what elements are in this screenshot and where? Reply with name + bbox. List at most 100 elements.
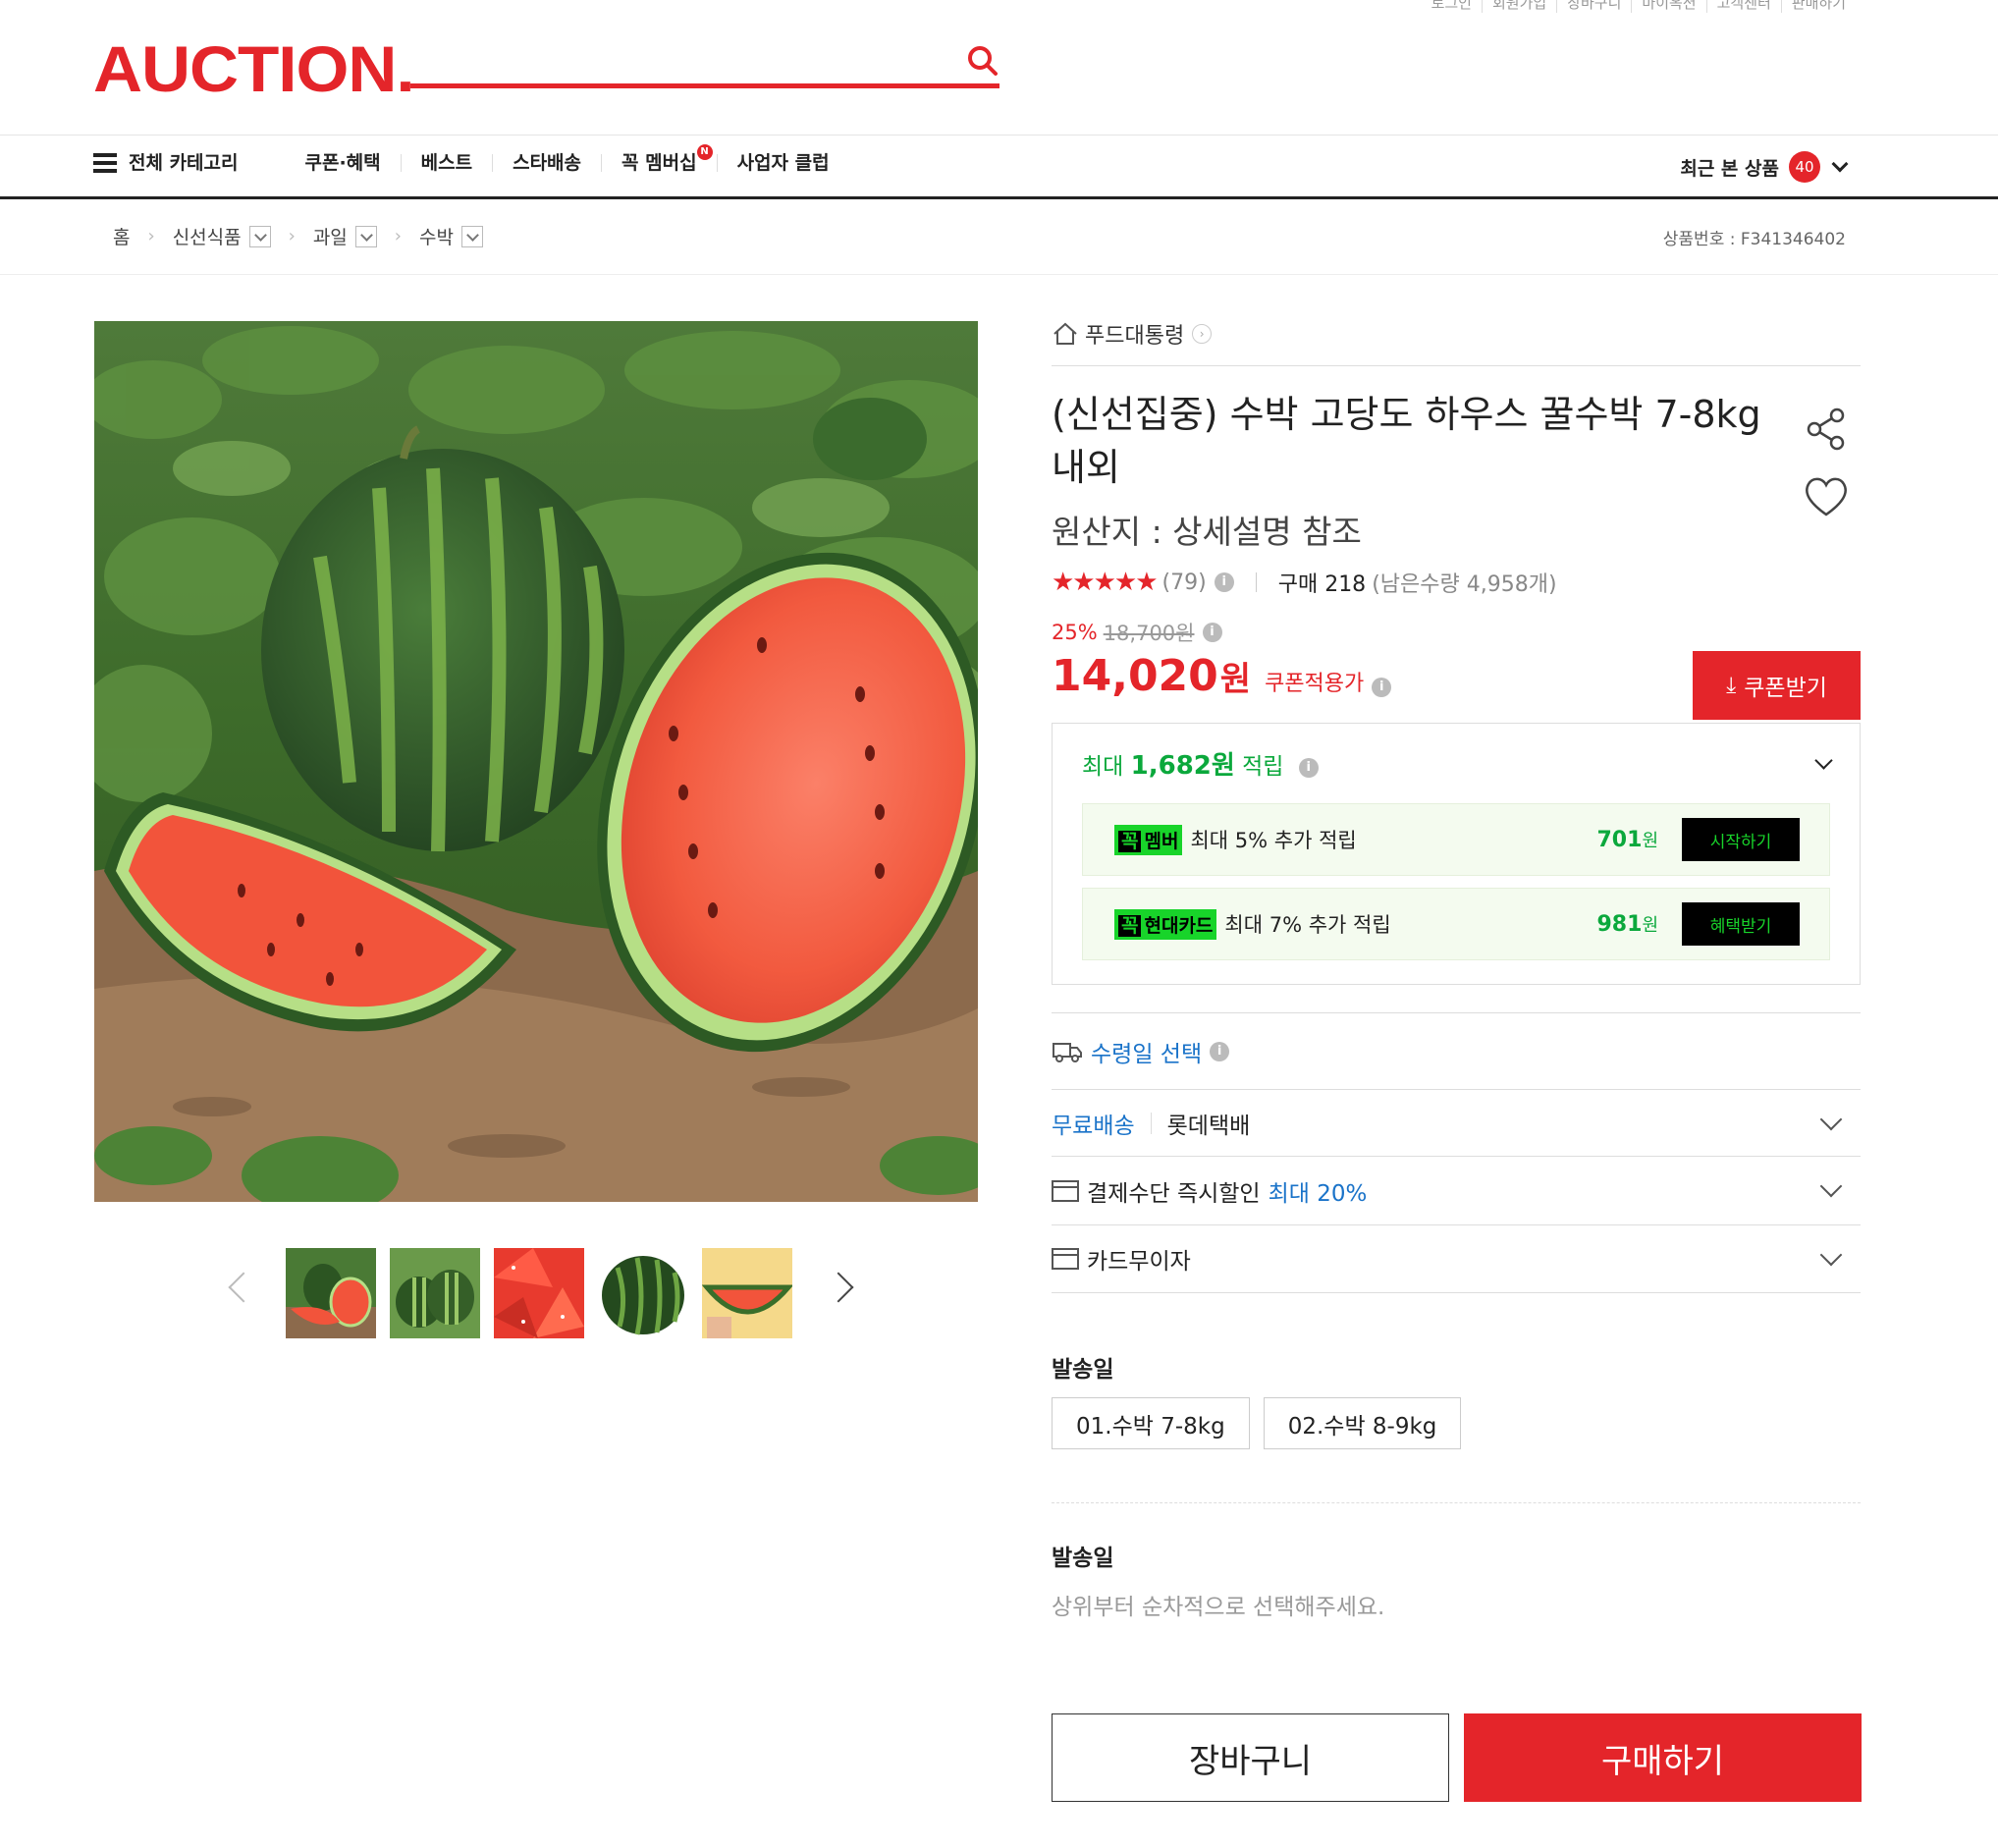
breadcrumb-level-2[interactable]: 과일 bbox=[313, 223, 348, 249]
truck-icon bbox=[1053, 1042, 1082, 1062]
payment-discount-row[interactable]: 결제수단 즉시할인 최대 20% bbox=[1052, 1156, 1861, 1224]
points-amount: 701원 bbox=[1596, 828, 1659, 852]
points-row-card: 꼭 현대카드 최대 7% 추가 적립 981원 혜택받기 bbox=[1082, 888, 1830, 960]
chevron-right-icon: › bbox=[288, 226, 296, 246]
thumbnail-2[interactable] bbox=[390, 1248, 480, 1338]
review-count[interactable]: (79) bbox=[1162, 571, 1207, 595]
search-icon[interactable] bbox=[966, 44, 999, 78]
option-label: 발송일 bbox=[1052, 1357, 1114, 1383]
recent-count-badge: 40 bbox=[1789, 151, 1820, 183]
price-label: 쿠폰적용가 bbox=[1265, 672, 1365, 696]
option-8-9kg[interactable]: 02.수박 8-9kg bbox=[1263, 1397, 1462, 1449]
nav-best[interactable]: 베스트 bbox=[402, 154, 494, 173]
purchase-count: 구매 218 bbox=[1277, 572, 1367, 597]
credit-card-icon bbox=[1052, 1248, 1079, 1270]
breadcrumb-level-1[interactable]: 신선식품 bbox=[173, 223, 242, 249]
thumbnail-4[interactable] bbox=[598, 1248, 688, 1338]
sale-price: 14,020 bbox=[1052, 651, 1218, 701]
home-icon bbox=[1053, 322, 1077, 345]
hamburger-icon bbox=[93, 153, 117, 173]
rating-row: ★★★★★ (79) i 구매 218 (남은수량 4,958개) bbox=[1052, 567, 1861, 598]
points-toggle[interactable]: 최대 1,682원 적립 i bbox=[1082, 745, 1833, 782]
dropdown-icon[interactable] bbox=[354, 225, 377, 247]
original-price: 18,700원 bbox=[1103, 622, 1195, 645]
buy-now-button[interactable]: 구매하기 bbox=[1464, 1713, 1862, 1802]
courier-label: 롯데택배 bbox=[1166, 1113, 1251, 1139]
hyundai-card-badge: 꼭 현대카드 bbox=[1114, 908, 1217, 940]
seller-link[interactable]: 푸드대통령 › bbox=[1052, 314, 1861, 353]
free-shipping-label: 무료배송 bbox=[1052, 1113, 1135, 1139]
nav-business-club[interactable]: 사업자 클럽 bbox=[718, 154, 849, 173]
delivery-date-select[interactable]: 수령일 선택 i bbox=[1052, 1012, 1861, 1089]
remaining-stock: (남은수량 4,958개) bbox=[1372, 572, 1557, 597]
get-benefit-button[interactable]: 혜택받기 bbox=[1682, 902, 1800, 946]
chevron-right-icon: › bbox=[394, 226, 402, 246]
option-7-8kg[interactable]: 01.수박 7-8kg bbox=[1052, 1397, 1250, 1449]
points-box: 최대 1,682원 적립 i 꼭 멤버 최대 5% 추가 적립 701원 시작하기… bbox=[1052, 723, 1861, 985]
recent-items-button[interactable]: 최근 본 상품 40 bbox=[1680, 151, 1849, 183]
my-auction-link[interactable]: 마이옥션 bbox=[1632, 0, 1707, 13]
points-amount: 981원 bbox=[1596, 912, 1659, 937]
product-origin: 원산지 : 상세설명 참조 bbox=[1052, 513, 1362, 551]
coupon-download-button[interactable]: ⤓ 쿠폰받기 bbox=[1693, 651, 1861, 720]
start-membership-button[interactable]: 시작하기 bbox=[1682, 818, 1800, 861]
thumbnail-strip bbox=[221, 1243, 869, 1338]
dropdown-icon[interactable] bbox=[460, 225, 483, 247]
global-nav: 전체 카테고리 쿠폰·혜택 베스트 스타배송 꼭 멤버십 N 사업자 클럽 최근… bbox=[0, 135, 1998, 199]
download-icon: ⤓ bbox=[1726, 673, 1737, 698]
option-hint: 상위부터 순차적으로 선택해주세요. bbox=[1052, 1595, 1385, 1620]
chevron-down-icon bbox=[1831, 155, 1849, 173]
nav-star-delivery[interactable]: 스타배송 bbox=[493, 154, 603, 173]
points-row-member: 꼭 멤버 최대 5% 추가 적립 701원 시작하기 bbox=[1082, 803, 1830, 876]
auction-logo[interactable]: AUCTION. bbox=[93, 31, 415, 106]
chevron-down-icon bbox=[1819, 1243, 1843, 1267]
option-label-2: 발송일 bbox=[1052, 1546, 1114, 1571]
all-categories-button[interactable]: 전체 카테고리 bbox=[93, 153, 258, 173]
search-bar[interactable] bbox=[410, 39, 999, 88]
info-icon[interactable]: i bbox=[1298, 757, 1319, 778]
chevron-down-icon bbox=[1819, 1174, 1843, 1198]
thumbnail-5[interactable] bbox=[702, 1248, 792, 1338]
seller-name: 푸드대통령 bbox=[1085, 324, 1185, 349]
cart-link[interactable]: 장바구니 bbox=[1557, 0, 1633, 13]
nav-coupon[interactable]: 쿠폰·혜택 bbox=[286, 154, 402, 173]
thumbnail-1[interactable] bbox=[286, 1248, 376, 1338]
info-icon[interactable]: i bbox=[1202, 623, 1222, 642]
product-info-panel: 푸드대통령 › (신선집중) 수박 고당도 하우스 꿀수박 7-8kg 내외 원… bbox=[1052, 314, 1861, 1621]
sell-link[interactable]: 판매하기 bbox=[1782, 0, 1856, 13]
product-main-image[interactable] bbox=[94, 321, 978, 1202]
new-badge: N bbox=[696, 144, 713, 160]
coupon-card-icon bbox=[1052, 1179, 1079, 1202]
breadcrumb-level-3[interactable]: 수박 bbox=[419, 223, 454, 249]
breadcrumb-home[interactable]: 홈 bbox=[113, 223, 130, 249]
thumbnail-3[interactable] bbox=[494, 1248, 584, 1338]
chevron-right-icon: › bbox=[147, 226, 155, 246]
next-arrow-icon[interactable] bbox=[823, 1272, 854, 1303]
info-icon[interactable]: i bbox=[1214, 572, 1234, 592]
discount-row: 25% 18,700원 i bbox=[1052, 618, 1861, 647]
prev-arrow-icon[interactable] bbox=[228, 1272, 259, 1303]
points-max: 1,682원 bbox=[1130, 751, 1235, 781]
shipping-row[interactable]: 무료배송 롯데택배 bbox=[1052, 1089, 1861, 1156]
member-badge: 꼭 멤버 bbox=[1114, 824, 1183, 855]
product-title: (신선집중) 수박 고당도 하우스 꿀수박 7-8kg 내외 bbox=[1052, 393, 1761, 489]
installment-row[interactable]: 카드무이자 bbox=[1052, 1224, 1861, 1293]
chevron-down-icon bbox=[1819, 1108, 1843, 1131]
customer-center-link[interactable]: 고객센터 bbox=[1707, 0, 1782, 13]
breadcrumb: 홈 › 신선식품 › 과일 › 수박 상품번호 : F341346402 bbox=[0, 199, 1998, 275]
rating-stars: ★★★★★ bbox=[1052, 568, 1159, 597]
info-icon[interactable]: i bbox=[1372, 678, 1392, 697]
chevron-right-icon: › bbox=[1192, 324, 1213, 344]
option-buttons: 01.수박 7-8kg 02.수박 8-9kg bbox=[1052, 1397, 1861, 1449]
login-link[interactable]: 로그인 bbox=[1422, 0, 1483, 13]
utility-links: 로그인 회원가입 장바구니 마이옥션 고객센터 판매하기 bbox=[1422, 0, 1856, 13]
add-to-cart-button[interactable]: 장바구니 bbox=[1052, 1713, 1449, 1802]
price-unit: 원 bbox=[1219, 660, 1252, 699]
product-number: 상품번호 : F341346402 bbox=[1662, 230, 1846, 249]
chevron-down-icon bbox=[1814, 751, 1833, 770]
info-icon[interactable]: i bbox=[1210, 1041, 1230, 1061]
dropdown-icon[interactable] bbox=[248, 225, 271, 247]
signup-link[interactable]: 회원가입 bbox=[1483, 0, 1558, 13]
discount-rate: 25% bbox=[1052, 621, 1098, 644]
nav-membership[interactable]: 꼭 멤버십 N bbox=[602, 144, 718, 173]
